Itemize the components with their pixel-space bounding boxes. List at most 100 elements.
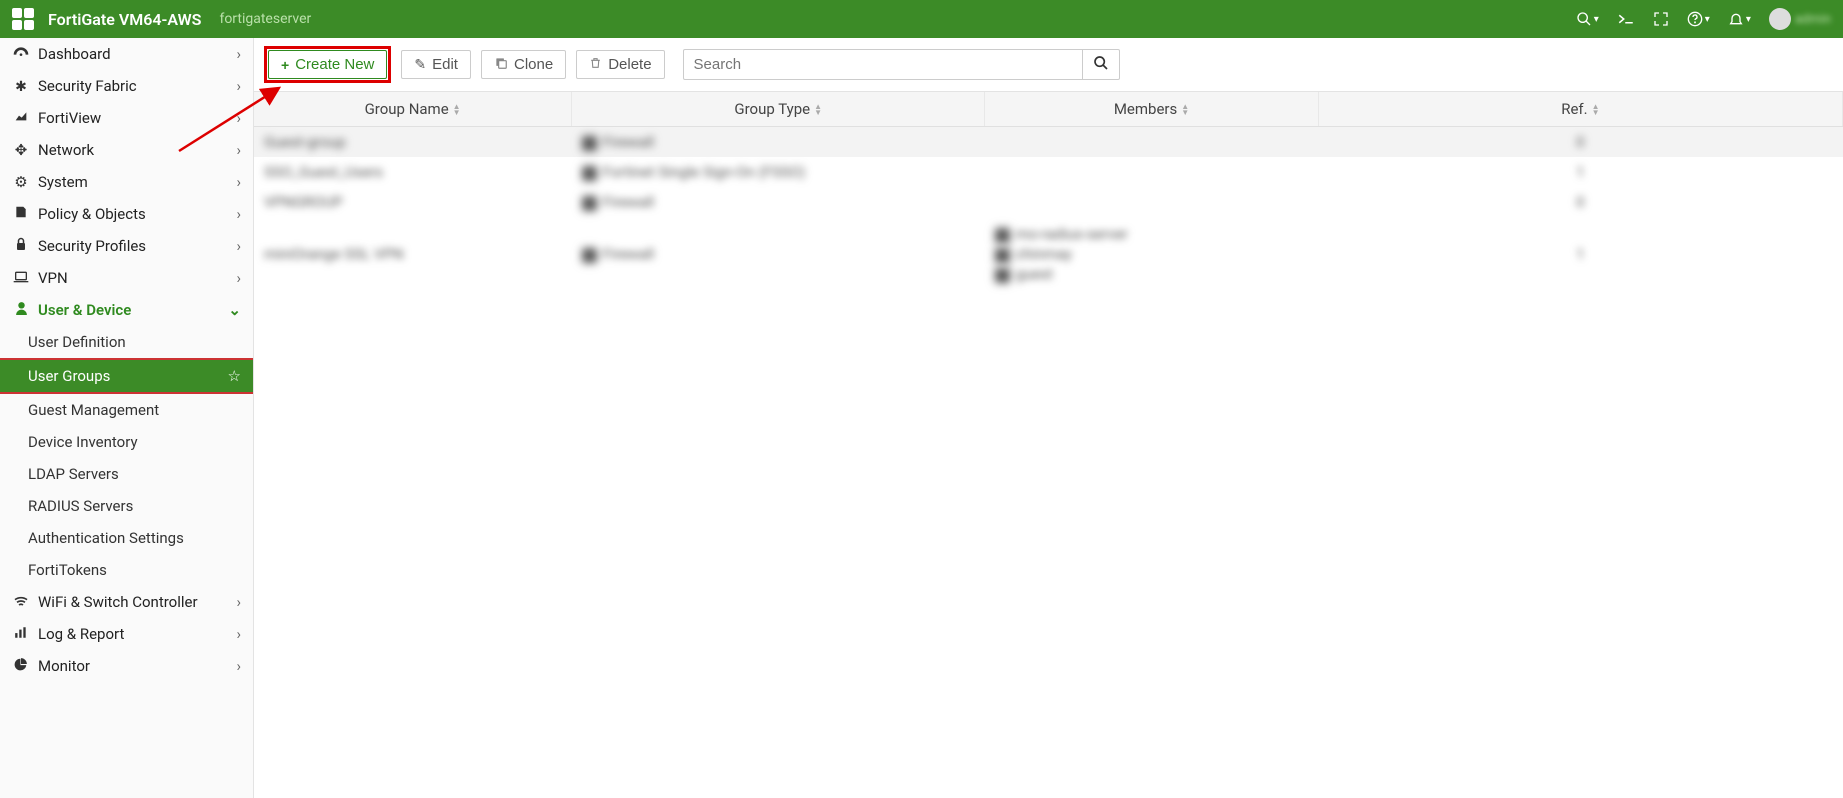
search-button[interactable]	[1083, 49, 1120, 80]
col-group-type[interactable]: Group Type▲▼	[572, 92, 985, 127]
chevron-right-icon: ›	[236, 593, 241, 611]
sub-label: FortiTokens	[28, 561, 107, 579]
sidebar-sub-user-groups[interactable]: User Groups☆	[0, 358, 253, 394]
sidebar-item-fortiview[interactable]: FortiView›	[0, 102, 253, 134]
delete-button[interactable]: Delete	[576, 50, 664, 79]
members-cell	[985, 187, 1319, 217]
cli-icon[interactable]	[1617, 12, 1635, 26]
table-row[interactable]: Guest-groupFirewall0	[254, 127, 1843, 158]
toolbar: + Create New ✎ Edit Clone Delete	[254, 38, 1843, 92]
chevron-right-icon: ›	[236, 625, 241, 643]
clone-button[interactable]: Clone	[481, 50, 566, 79]
col-members[interactable]: Members ▲▼	[985, 92, 1319, 127]
group-name: Guest-group	[264, 133, 346, 151]
nav-label: Network	[38, 141, 94, 159]
table-row[interactable]: miniOrange SSL VPNFirewallmo-radius-serv…	[254, 217, 1843, 291]
type-icon	[582, 196, 597, 211]
sidebar-item-monitor[interactable]: Monitor›	[0, 650, 253, 682]
sub-label: Guest Management	[28, 401, 159, 419]
barchart-icon	[12, 625, 30, 643]
clone-icon	[494, 56, 508, 73]
sidebar-sub-fortitokens[interactable]: FortiTokens	[0, 554, 253, 586]
gear-icon: ⚙	[12, 173, 30, 191]
sidebar-sub-user-definition[interactable]: User Definition	[0, 326, 253, 358]
group-name: SSO_Guest_Users	[264, 163, 383, 181]
sidebar-item-security-profiles[interactable]: Security Profiles ›	[0, 230, 253, 262]
sidebar-item-security-fabric[interactable]: ✱Security Fabric›	[0, 70, 253, 102]
chevron-right-icon: ›	[236, 45, 241, 63]
group-name: miniOrange SSL VPN	[264, 245, 404, 263]
sidebar-sub-authentication-settings[interactable]: Authentication Settings	[0, 522, 253, 554]
sidebar-item-system[interactable]: ⚙System›	[0, 166, 253, 198]
sidebar-item-user-device[interactable]: User & Device ⌄	[0, 294, 253, 326]
col-label: Members	[1114, 100, 1177, 118]
create-new-button[interactable]: + Create New	[268, 50, 387, 79]
sub-label: Authentication Settings	[28, 529, 184, 547]
plus-icon: +	[281, 57, 289, 73]
sidebar-sub-radius-servers[interactable]: RADIUS Servers	[0, 490, 253, 522]
sidebar-item-wifi-switch-controller[interactable]: WiFi & Switch Controller›	[0, 586, 253, 618]
pencil-icon: ✎	[414, 56, 426, 73]
chevron-right-icon: ›	[236, 657, 241, 675]
chevron-down-icon: ⌄	[228, 301, 241, 319]
groups-table: Group Name▲▼Group Type▲▼Members▲▼Ref.▲▼ …	[254, 92, 1843, 291]
member-item: guest	[995, 265, 1309, 283]
user-icon	[995, 268, 1010, 283]
notification-icon[interactable]: ▾	[1728, 11, 1751, 27]
sidebar-item-policy-objects[interactable]: Policy & Objects›	[0, 198, 253, 230]
col-label: Ref.	[1561, 100, 1587, 118]
sub-label: User Definition	[28, 333, 126, 351]
group-name: VPNGROUP	[264, 193, 343, 211]
table-row[interactable]: SSO_Guest_UsersFortinet Single Sign-On (…	[254, 157, 1843, 187]
sidebar-sub-guest-management[interactable]: Guest Management	[0, 394, 253, 426]
sidebar-item-network[interactable]: ✥Network›	[0, 134, 253, 166]
fullscreen-icon[interactable]	[1653, 11, 1669, 27]
nav-label: VPN	[38, 269, 68, 287]
sidebar-sub-ldap-servers[interactable]: LDAP Servers	[0, 458, 253, 490]
members-cell	[985, 127, 1319, 158]
ref-count: 1	[1576, 245, 1584, 263]
table-row[interactable]: VPNGROUPFirewall0	[254, 187, 1843, 217]
chevron-right-icon: ›	[236, 269, 241, 287]
sidebar-item-vpn[interactable]: VPN ›	[0, 262, 253, 294]
create-new-label: Create New	[295, 56, 374, 73]
arrows-icon: ✥	[12, 141, 30, 159]
nav-label: Dashboard	[38, 45, 111, 63]
sidebar-sub-device-inventory[interactable]: Device Inventory	[0, 426, 253, 458]
sort-icon: ▲▼	[1181, 104, 1189, 116]
user-icon	[12, 301, 30, 319]
search-input[interactable]	[683, 49, 1083, 80]
col-ref-[interactable]: Ref. ▲▼	[1318, 92, 1842, 127]
member-item: chinmay	[995, 245, 1309, 263]
col-group-name[interactable]: Group Name▲▼	[254, 92, 572, 127]
group-type: Firewall	[582, 133, 655, 151]
group-type: Firewall	[582, 193, 655, 211]
sub-label: LDAP Servers	[28, 465, 119, 483]
search-icon[interactable]: ▾	[1576, 11, 1599, 27]
main-content: + Create New ✎ Edit Clone Delete	[254, 38, 1843, 798]
nav-label: User & Device	[38, 301, 131, 319]
nav-label: Security Fabric	[38, 77, 137, 95]
type-icon	[582, 166, 597, 181]
chevron-right-icon: ›	[236, 109, 241, 127]
sidebar-item-log-report[interactable]: Log & Report›	[0, 618, 253, 650]
tachometer-icon	[12, 45, 30, 63]
user-menu[interactable]: admin	[1769, 8, 1831, 30]
sort-icon: ▲▼	[1592, 104, 1600, 116]
edit-button[interactable]: ✎ Edit	[401, 50, 471, 79]
search-group	[683, 49, 1120, 80]
fabric-icon: ✱	[12, 77, 30, 95]
member-item: mo-radius-server	[995, 225, 1309, 243]
header-actions: ▾ ▾ ▾ admin	[1576, 8, 1831, 30]
product-logo: FortiGate VM64-AWS fortigateserver	[12, 8, 311, 30]
sub-label: RADIUS Servers	[28, 497, 133, 515]
highlight-box: + Create New	[264, 46, 391, 83]
nav-label: Security Profiles	[38, 237, 146, 255]
star-icon[interactable]: ☆	[228, 367, 241, 385]
col-label: Group Type	[734, 100, 810, 118]
sidebar-item-dashboard[interactable]: Dashboard ›	[0, 38, 253, 70]
help-icon[interactable]: ▾	[1687, 11, 1710, 27]
avatar-icon	[1769, 8, 1791, 30]
user-icon	[995, 248, 1010, 263]
chevron-right-icon: ›	[236, 237, 241, 255]
